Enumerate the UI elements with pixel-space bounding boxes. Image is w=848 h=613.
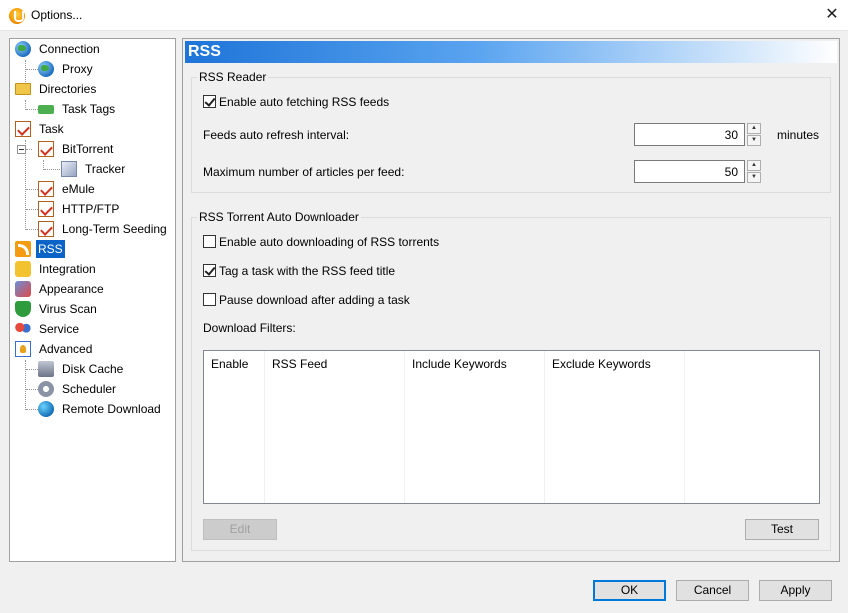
column-exclude-keywords[interactable]: Exclude Keywords — [545, 351, 685, 503]
earth-icon — [38, 401, 54, 417]
max-articles-input[interactable] — [634, 160, 745, 183]
interval-label: Feeds auto refresh interval: — [203, 128, 350, 142]
test-button[interactable]: Test — [745, 519, 819, 540]
interval-stepper[interactable]: ▲ ▼ — [747, 123, 761, 146]
max-articles-label: Maximum number of articles per feed: — [203, 165, 405, 179]
ok-button[interactable]: OK — [593, 580, 666, 601]
rss-settings-panel: RSS RSS Reader Enable auto fetching RSS … — [182, 38, 840, 562]
rss-icon — [15, 241, 31, 257]
tag-icon — [38, 105, 54, 114]
auto-downloader-title: RSS Torrent Auto Downloader — [197, 210, 361, 224]
enable-download-label[interactable]: Enable auto downloading of RSS torrents — [219, 235, 439, 249]
paint-icon — [15, 281, 31, 297]
download-filters-label: Download Filters: — [203, 321, 296, 335]
max-articles-up-icon[interactable]: ▲ — [747, 160, 761, 171]
title-bar: Options... ✕ — [0, 0, 848, 31]
section-title: RSS — [188, 43, 221, 60]
task-icon — [15, 121, 31, 137]
box-icon — [61, 161, 77, 177]
interval-down-icon[interactable]: ▼ — [747, 135, 761, 146]
rss-reader-title: RSS Reader — [197, 70, 269, 84]
puzzle-icon — [15, 261, 31, 277]
app-icon — [9, 8, 25, 24]
interval-input[interactable] — [634, 123, 745, 146]
gear-icon — [38, 381, 54, 397]
people-icon — [15, 321, 31, 337]
enable-fetch-label[interactable]: Enable auto fetching RSS feeds — [219, 95, 389, 109]
network-icon — [38, 61, 54, 77]
tag-task-label[interactable]: Tag a task with the RSS feed title — [219, 264, 395, 278]
max-articles-stepper[interactable]: ▲ ▼ — [747, 160, 761, 183]
edit-button[interactable]: Edit — [203, 519, 277, 540]
globe-icon — [15, 41, 31, 57]
column-include-keywords[interactable]: Include Keywords — [405, 351, 545, 503]
bittorrent-expander[interactable] — [17, 145, 26, 154]
enable-fetch-checkbox[interactable] — [203, 95, 216, 108]
task-icon — [38, 141, 54, 157]
task-icon — [38, 221, 54, 237]
shield-icon — [15, 301, 31, 317]
section-header: RSS — [185, 41, 837, 63]
download-filters-list[interactable]: Enable RSS Feed Include Keywords Exclude… — [203, 350, 820, 504]
enable-download-checkbox[interactable] — [203, 235, 216, 248]
column-enable[interactable]: Enable — [204, 351, 265, 503]
options-tree: Connection Proxy Directories Task Tags T… — [9, 38, 176, 562]
interval-up-icon[interactable]: ▲ — [747, 123, 761, 134]
task-icon — [38, 201, 54, 217]
pause-checkbox[interactable] — [203, 293, 216, 306]
advanced-icon — [15, 341, 31, 357]
folder-icon — [15, 83, 31, 95]
close-button[interactable]: ✕ — [818, 3, 846, 27]
cancel-button[interactable]: Cancel — [676, 580, 749, 601]
task-icon — [38, 181, 54, 197]
pause-label[interactable]: Pause download after adding a task — [219, 293, 410, 307]
window-title: Options... — [31, 8, 83, 22]
column-rss-feed[interactable]: RSS Feed — [265, 351, 405, 503]
interval-unit: minutes — [777, 128, 820, 142]
tag-task-checkbox[interactable] — [203, 264, 216, 277]
apply-button[interactable]: Apply — [759, 580, 832, 601]
max-articles-down-icon[interactable]: ▼ — [747, 172, 761, 183]
disk-icon — [38, 361, 54, 377]
